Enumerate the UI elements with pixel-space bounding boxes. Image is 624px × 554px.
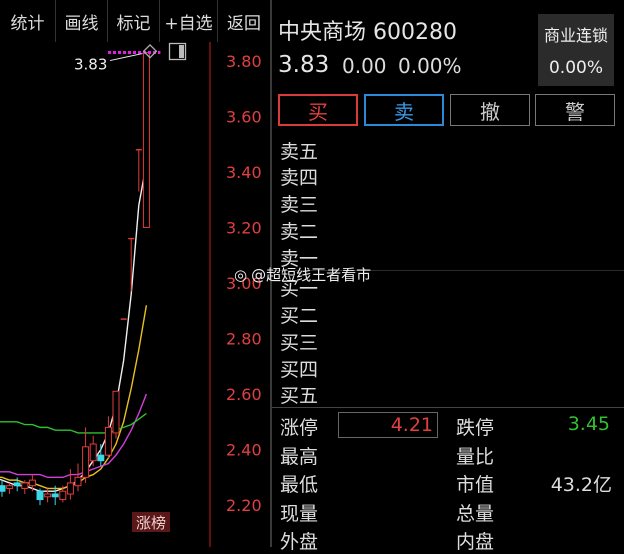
current-volume-label: 现量 bbox=[280, 503, 319, 525]
limit-up-label: 涨停 bbox=[280, 417, 319, 439]
back-button[interactable]: 返回 bbox=[218, 0, 270, 42]
price-change-pct: 0.00% bbox=[398, 54, 462, 78]
cancel-order-button[interactable]: 撤 bbox=[450, 94, 530, 126]
last-price: 3.83 bbox=[278, 52, 330, 78]
mark-button[interactable]: 标记 bbox=[108, 0, 160, 42]
stats-separator bbox=[272, 407, 624, 408]
y-tick-label: 3.80 bbox=[226, 52, 262, 71]
y-tick-label: 2.80 bbox=[226, 330, 262, 349]
low-label: 最低 bbox=[280, 474, 319, 496]
y-tick-label: 2.60 bbox=[226, 385, 262, 404]
candle[interactable] bbox=[89, 435, 97, 467]
high-price-callout: 3.83 bbox=[74, 56, 107, 74]
buy-button[interactable]: 买 bbox=[278, 94, 358, 126]
y-tick-label: 3.20 bbox=[226, 218, 262, 237]
market-cap-label: 市值 bbox=[456, 474, 495, 496]
ma-line-yellow bbox=[0, 305, 148, 490]
volume-ratio-label: 量比 bbox=[456, 446, 495, 468]
candle[interactable] bbox=[66, 469, 74, 500]
candle[interactable] bbox=[36, 488, 44, 506]
y-tick-label: 3.60 bbox=[226, 107, 262, 126]
candle[interactable] bbox=[0, 480, 6, 497]
sector-card[interactable]: 商业连锁 0.00% bbox=[538, 14, 614, 86]
y-tick-label: 3.40 bbox=[226, 163, 262, 182]
candle[interactable] bbox=[6, 482, 14, 495]
bid-2-label: 买二 bbox=[280, 305, 319, 327]
callout-arrow bbox=[109, 53, 143, 62]
bid-3-label: 买三 bbox=[280, 332, 319, 354]
candle[interactable] bbox=[135, 149, 142, 192]
candle[interactable] bbox=[82, 427, 90, 483]
bid-4-label: 买四 bbox=[280, 359, 319, 381]
ma-line-magenta bbox=[0, 393, 148, 479]
limit-up-box: 4.21 bbox=[338, 412, 438, 438]
draw-line-button[interactable]: 画线 bbox=[56, 0, 108, 42]
y-tick-label: 2.20 bbox=[226, 496, 262, 515]
market-cap-value: 43.2亿 bbox=[550, 474, 612, 496]
diamond-icon[interactable] bbox=[142, 44, 158, 60]
watermark-text: @超短线王者看市 bbox=[251, 266, 372, 284]
ask-5-label: 卖五 bbox=[280, 141, 319, 163]
candle[interactable] bbox=[74, 463, 82, 492]
high-label: 最高 bbox=[280, 446, 319, 468]
limit-down-value: 3.45 bbox=[567, 413, 610, 435]
price-alert-button[interactable]: 警 bbox=[535, 94, 615, 126]
add-watchlist-button[interactable]: +自选 bbox=[160, 0, 218, 42]
sector-change-pct: 0.00% bbox=[548, 58, 603, 78]
inner-volume-label: 内盘 bbox=[456, 531, 495, 553]
weibo-logo-icon: ◎ bbox=[234, 265, 248, 284]
y-tick-label: 2.40 bbox=[226, 441, 262, 460]
outer-volume-label: 外盘 bbox=[280, 531, 319, 553]
panel-toggle-icon[interactable] bbox=[168, 42, 188, 62]
ask-3-label: 卖三 bbox=[280, 194, 319, 216]
sector-name: 商业连锁 bbox=[543, 26, 608, 45]
stats-button[interactable]: 统计 bbox=[0, 0, 56, 42]
rank-badge[interactable]: 涨榜 bbox=[132, 512, 170, 532]
candle[interactable] bbox=[97, 444, 105, 467]
candle[interactable] bbox=[142, 52, 150, 228]
candle[interactable] bbox=[112, 390, 120, 439]
kline-chart-area[interactable]: 3.80 3.60 3.40 3.20 3.00 2.80 2.60 2.40 2.20 3.8… bbox=[0, 0, 270, 547]
sell-button[interactable]: 卖 bbox=[364, 94, 444, 126]
limit-up-value: 4.21 bbox=[390, 414, 433, 436]
ask-4-label: 卖四 bbox=[280, 167, 319, 189]
stock-name-code: 中央商场 600280 bbox=[278, 20, 457, 45]
bid-5-label: 买五 bbox=[280, 385, 319, 407]
total-volume-label: 总量 bbox=[456, 503, 495, 525]
ask-2-label: 卖二 bbox=[280, 221, 319, 243]
candle[interactable] bbox=[104, 416, 112, 458]
price-change: 0.00 bbox=[342, 54, 387, 78]
chart-toolbar: 统计 画线 标记 +自选 返回 bbox=[0, 0, 270, 42]
limit-down-label: 跌停 bbox=[456, 417, 495, 439]
watermark: ◎ @超短线王者看市 bbox=[234, 264, 371, 285]
kline-chart[interactable]: 3.803.603.403.203.002.802.602.402.20 3.8… bbox=[0, 0, 270, 547]
